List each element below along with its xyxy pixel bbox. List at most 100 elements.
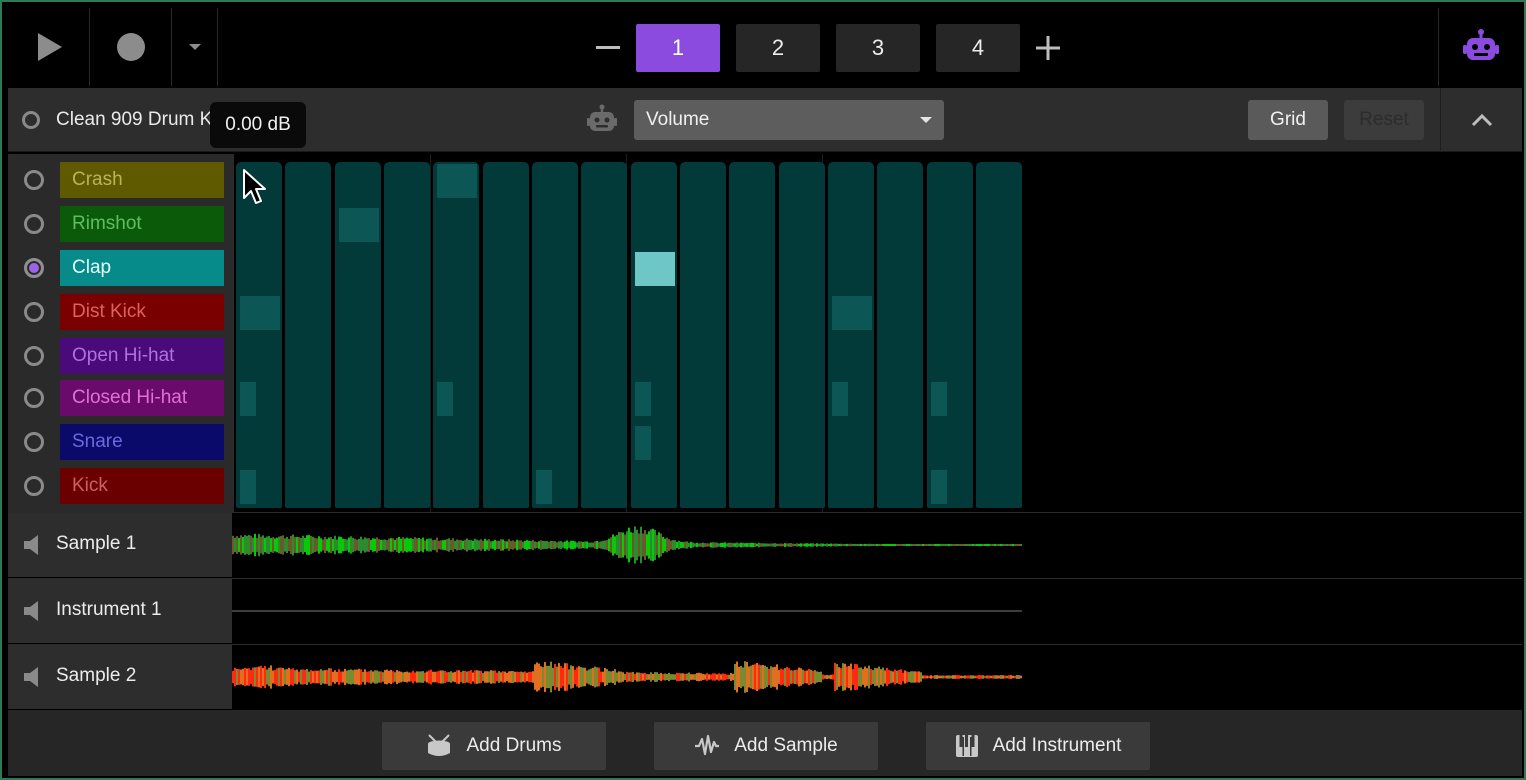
remove-pattern-button[interactable]: [588, 24, 628, 72]
drum-pad-kick[interactable]: Kick: [60, 468, 224, 504]
add-drums-label: Add Drums: [466, 735, 562, 756]
pattern-tab-1[interactable]: 1: [636, 24, 720, 72]
speaker-icon[interactable]: [22, 533, 44, 557]
robot-icon: [1462, 29, 1499, 60]
add-sample-button[interactable]: Add Sample: [654, 722, 878, 770]
drum-pad-open-hihat[interactable]: Open Hi-hat: [60, 338, 224, 374]
drum-pad-rimshot[interactable]: Rimshot: [60, 206, 224, 242]
sequencer-step-5[interactable]: [433, 162, 480, 508]
sequencer-step-4[interactable]: [383, 162, 430, 508]
active-note[interactable]: [634, 252, 675, 286]
drum-radio-dist-kick[interactable]: [24, 302, 44, 322]
minus-icon: [596, 46, 620, 49]
drum-sequencer: Crash Rimshot Clap Dist Kick Open Hi-hat…: [8, 154, 1522, 512]
step-marker: [240, 382, 256, 416]
track-instrument-1: Instrument 1: [8, 578, 1522, 643]
step-grid: [234, 154, 1028, 512]
pattern-tab-4[interactable]: 4: [936, 24, 1020, 72]
step-marker: [240, 296, 280, 330]
step-marker: [338, 208, 379, 242]
piano-keys-icon: [955, 735, 978, 757]
drum-pad-snare[interactable]: Snare: [60, 424, 224, 460]
drum-radio-snare[interactable]: [24, 432, 44, 452]
sequencer-step-13[interactable]: [827, 162, 874, 508]
step-marker: [634, 382, 651, 416]
sequencer-step-8[interactable]: [581, 162, 628, 508]
track-header[interactable]: Instrument 1: [8, 579, 232, 643]
sequencer-step-12[interactable]: [778, 162, 825, 508]
drum-radio-closed-hihat[interactable]: [24, 388, 44, 408]
step-marker: [437, 382, 454, 416]
transport-menu-button[interactable]: [172, 8, 218, 86]
drum-row-dist-kick: Dist Kick: [8, 293, 234, 331]
play-button[interactable]: [8, 8, 90, 86]
drum-row-clap: Clap: [8, 249, 234, 287]
step-marker: [831, 296, 872, 330]
sequencer-app: 1 2 3 4 Clean 909 Drum K 0.00 dB Volume …: [0, 0, 1526, 780]
add-sample-label: Add Sample: [734, 735, 838, 756]
speaker-icon[interactable]: [22, 599, 44, 623]
sequencer-step-15[interactable]: [926, 162, 973, 508]
drum-radio-kick[interactable]: [24, 476, 44, 496]
track-header[interactable]: Sample 2: [8, 645, 232, 709]
sequencer-step-16[interactable]: [975, 162, 1022, 508]
drum-row-open-hihat: Open Hi-hat: [8, 337, 234, 375]
waveform-icon: [695, 734, 720, 756]
pattern-tab-3[interactable]: 3: [836, 24, 920, 72]
sequencer-step-7[interactable]: [531, 162, 578, 508]
add-instrument-label: Add Instrument: [992, 735, 1122, 756]
step-marker: [535, 470, 552, 504]
track-waveform[interactable]: [232, 579, 1026, 643]
drum-radio-open-hihat[interactable]: [24, 346, 44, 366]
dropdown-caret-icon: [188, 44, 201, 50]
drum-pad-clap[interactable]: Clap: [60, 250, 224, 286]
drum-row-snare: Snare: [8, 423, 234, 461]
record-button[interactable]: [90, 8, 172, 86]
add-drums-button[interactable]: Add Drums: [382, 722, 606, 770]
track-name: Instrument 1: [56, 599, 162, 620]
sequencer-step-2[interactable]: [285, 162, 332, 508]
drum-kit-header: Clean 909 Drum K 0.00 dB Volume Grid Res…: [8, 88, 1522, 152]
grid-button[interactable]: Grid: [1248, 100, 1328, 140]
parameter-select[interactable]: Volume: [634, 100, 944, 140]
step-marker: [930, 470, 947, 504]
step-marker: [634, 426, 651, 460]
sequencer-step-11[interactable]: [729, 162, 776, 508]
reset-button[interactable]: Reset: [1344, 100, 1424, 140]
kit-select-radio[interactable]: [22, 111, 40, 129]
sequencer-step-1[interactable]: [236, 162, 282, 508]
drum-radio-rimshot[interactable]: [24, 214, 44, 234]
collapse-button[interactable]: [1440, 88, 1522, 152]
drum-pad-crash[interactable]: Crash: [60, 162, 224, 198]
sequencer-step-10[interactable]: [679, 162, 726, 508]
step-marker: [240, 470, 256, 504]
kit-name: Clean 909 Drum K: [56, 109, 213, 130]
assistant-button[interactable]: [1438, 8, 1522, 86]
drum-row-closed-hihat: Closed Hi-hat: [8, 379, 234, 417]
drum-radio-crash[interactable]: [24, 170, 44, 190]
step-marker: [831, 382, 848, 416]
automation-robot-icon[interactable]: [586, 104, 618, 136]
drum-pad-closed-hihat[interactable]: Closed Hi-hat: [60, 380, 224, 416]
add-track-bar: Add Drums Add Sample Add Instrument: [8, 710, 1522, 776]
speaker-icon[interactable]: [22, 665, 44, 689]
add-instrument-button[interactable]: Add Instrument: [926, 722, 1150, 770]
plus-icon: [1036, 36, 1060, 60]
track-waveform[interactable]: [232, 645, 1026, 709]
drum-row-rimshot: Rimshot: [8, 205, 234, 243]
pattern-tab-2[interactable]: 2: [736, 24, 820, 72]
drum-pad-dist-kick[interactable]: Dist Kick: [60, 294, 224, 330]
step-marker: [930, 382, 947, 416]
track-waveform[interactable]: [232, 513, 1026, 577]
track-name: Sample 2: [56, 665, 137, 686]
add-pattern-button[interactable]: [1028, 24, 1068, 72]
drum-row-crash: Crash: [8, 161, 234, 199]
sequencer-step-14[interactable]: [877, 162, 924, 508]
bar-divider: [430, 154, 431, 512]
drum-radio-clap[interactable]: [24, 258, 44, 278]
sequencer-step-6[interactable]: [482, 162, 529, 508]
play-icon: [37, 33, 62, 61]
parameter-select-value: Volume: [646, 109, 710, 130]
track-header[interactable]: Sample 1: [8, 513, 232, 577]
drum-row-kick: Kick: [8, 467, 234, 505]
